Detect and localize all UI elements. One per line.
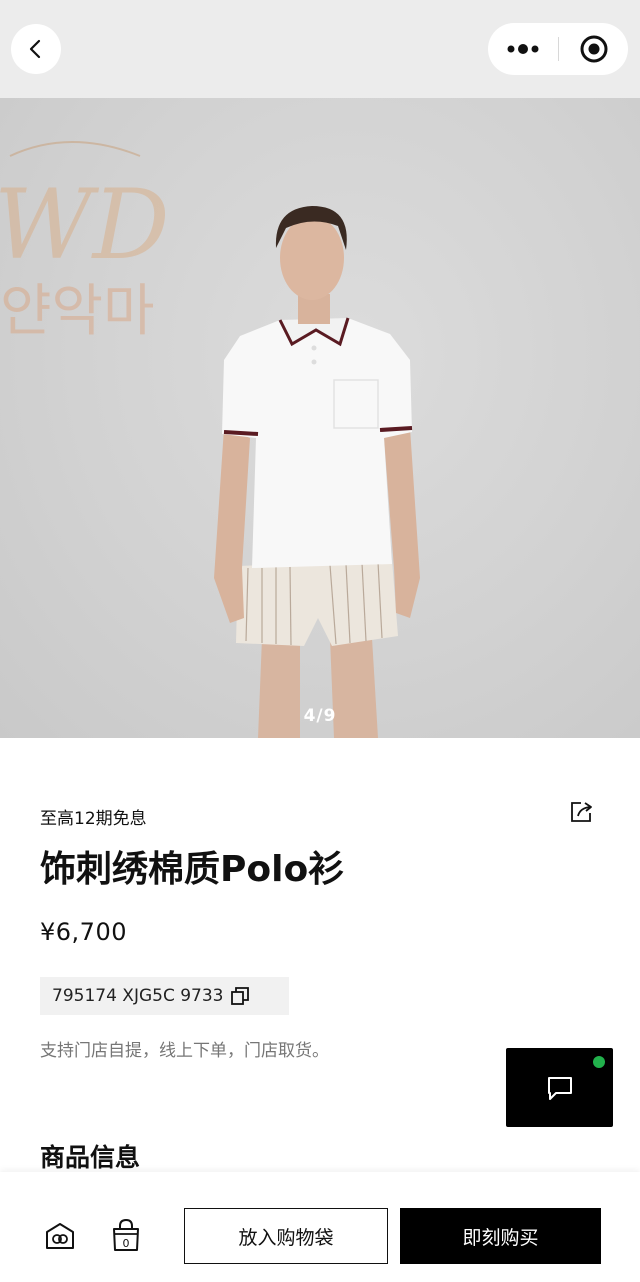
share-icon (571, 802, 592, 822)
chat-button[interactable] (506, 1048, 613, 1127)
chat-bubble-icon (547, 1076, 572, 1100)
more-dots-icon (507, 44, 539, 54)
sku-code: 795174 XJG5C 9733 (52, 986, 224, 1006)
pickup-note: 支持门店自提，线上下单，门店取货。 (40, 1041, 329, 1061)
shopping-bag-icon: 0 (113, 1218, 139, 1251)
close-mini-program-button[interactable] (559, 23, 628, 75)
bottom-action-bar: 0 放入购物袋 即刻购买 (0, 1172, 640, 1282)
installment-note: 至高12期免息 (40, 809, 147, 829)
top-bar (0, 0, 640, 98)
mini-program-capsule (488, 23, 628, 75)
product-title: 饰刺绣棉质Polo衫 (40, 849, 345, 890)
share-button[interactable] (568, 799, 594, 825)
product-image[interactable]: WD 얀악마 (0, 98, 640, 738)
shopping-bag-button[interactable]: 0 (110, 1218, 142, 1251)
product-info-heading: 商品信息 (40, 1143, 141, 1172)
online-status-dot (593, 1056, 605, 1068)
store-button[interactable] (44, 1220, 76, 1252)
add-to-bag-button[interactable]: 放入购物袋 (184, 1208, 388, 1264)
svg-text:0: 0 (123, 1237, 130, 1250)
buy-now-button[interactable]: 即刻购买 (400, 1208, 601, 1264)
watermark-logo: WD 얀악마 (0, 141, 170, 344)
image-pager: 4/9 (303, 706, 337, 726)
product-photo: WD 얀악마 (0, 141, 420, 738)
watermark-letters: WD (0, 169, 170, 281)
model-figure (214, 206, 420, 738)
target-circle-icon (580, 35, 607, 63)
chevron-left-icon (29, 39, 41, 59)
product-price: ¥6,700 (40, 918, 127, 946)
more-button[interactable] (488, 23, 558, 75)
watermark-korean-text: 얀악마 (0, 279, 155, 344)
store-icon (46, 1223, 74, 1249)
sku-code-box[interactable]: 795174 XJG5C 9733 (40, 977, 289, 1015)
back-button[interactable] (11, 24, 61, 74)
copy-icon[interactable] (230, 986, 250, 1006)
